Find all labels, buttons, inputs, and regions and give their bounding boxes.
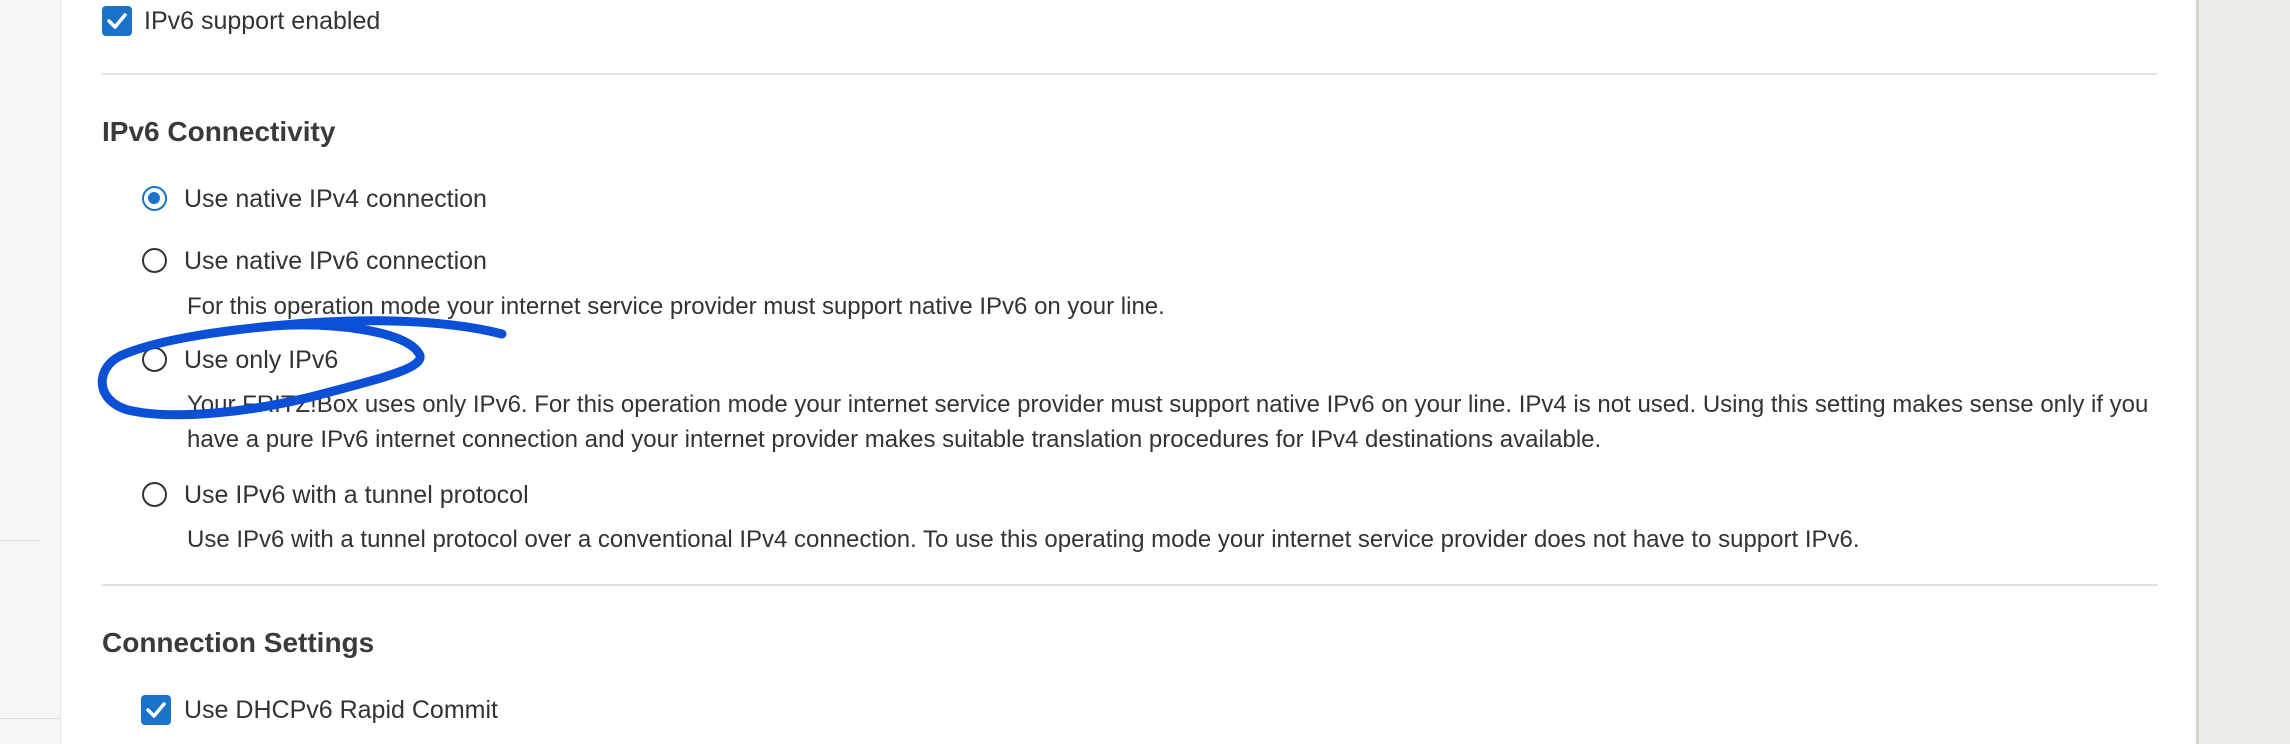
radio-native-ipv6[interactable]: [142, 248, 167, 273]
checkbox-checked-icon: [146, 702, 166, 718]
connection-settings-heading: Connection Settings: [102, 627, 375, 658]
connectivity-heading: IPv6 Connectivity: [102, 116, 336, 147]
option-description-only-ipv6: Your FRITZ!Box uses only IPv6. For this …: [187, 391, 2149, 453]
option-description-native-ipv6: For this operation mode your internet se…: [187, 293, 1165, 320]
ipv6-support-checkbox[interactable]: [102, 6, 132, 36]
section-divider: [102, 73, 2158, 75]
radio-native-ipv4[interactable]: [142, 186, 167, 211]
ipv6-support-label[interactable]: IPv6 support enabled: [144, 6, 380, 36]
radio-only-ipv6[interactable]: [142, 347, 167, 372]
settings-panel: [63, 0, 2196, 744]
option-description-tunnel-protocol: Use IPv6 with a tunnel protocol over a c…: [187, 526, 1860, 553]
radio-tunnel-protocol[interactable]: [142, 482, 167, 507]
rapid-commit-label[interactable]: Use DHCPv6 Rapid Commit: [184, 695, 498, 725]
page-background-right: [2196, 0, 2290, 744]
section-divider: [102, 584, 2158, 586]
option-label-only-ipv6[interactable]: Use only IPv6: [184, 345, 338, 375]
sidebar-divider: [0, 540, 40, 541]
option-label-native-ipv6[interactable]: Use native IPv6 connection: [184, 246, 487, 276]
sidebar-divider: [0, 718, 60, 719]
option-label-native-ipv4[interactable]: Use native IPv4 connection: [184, 184, 487, 214]
left-sidebar-edge: [0, 0, 61, 744]
option-label-tunnel-protocol[interactable]: Use IPv6 with a tunnel protocol: [184, 480, 529, 510]
rapid-commit-checkbox[interactable]: [141, 695, 171, 725]
checkbox-checked-icon: [107, 13, 127, 29]
